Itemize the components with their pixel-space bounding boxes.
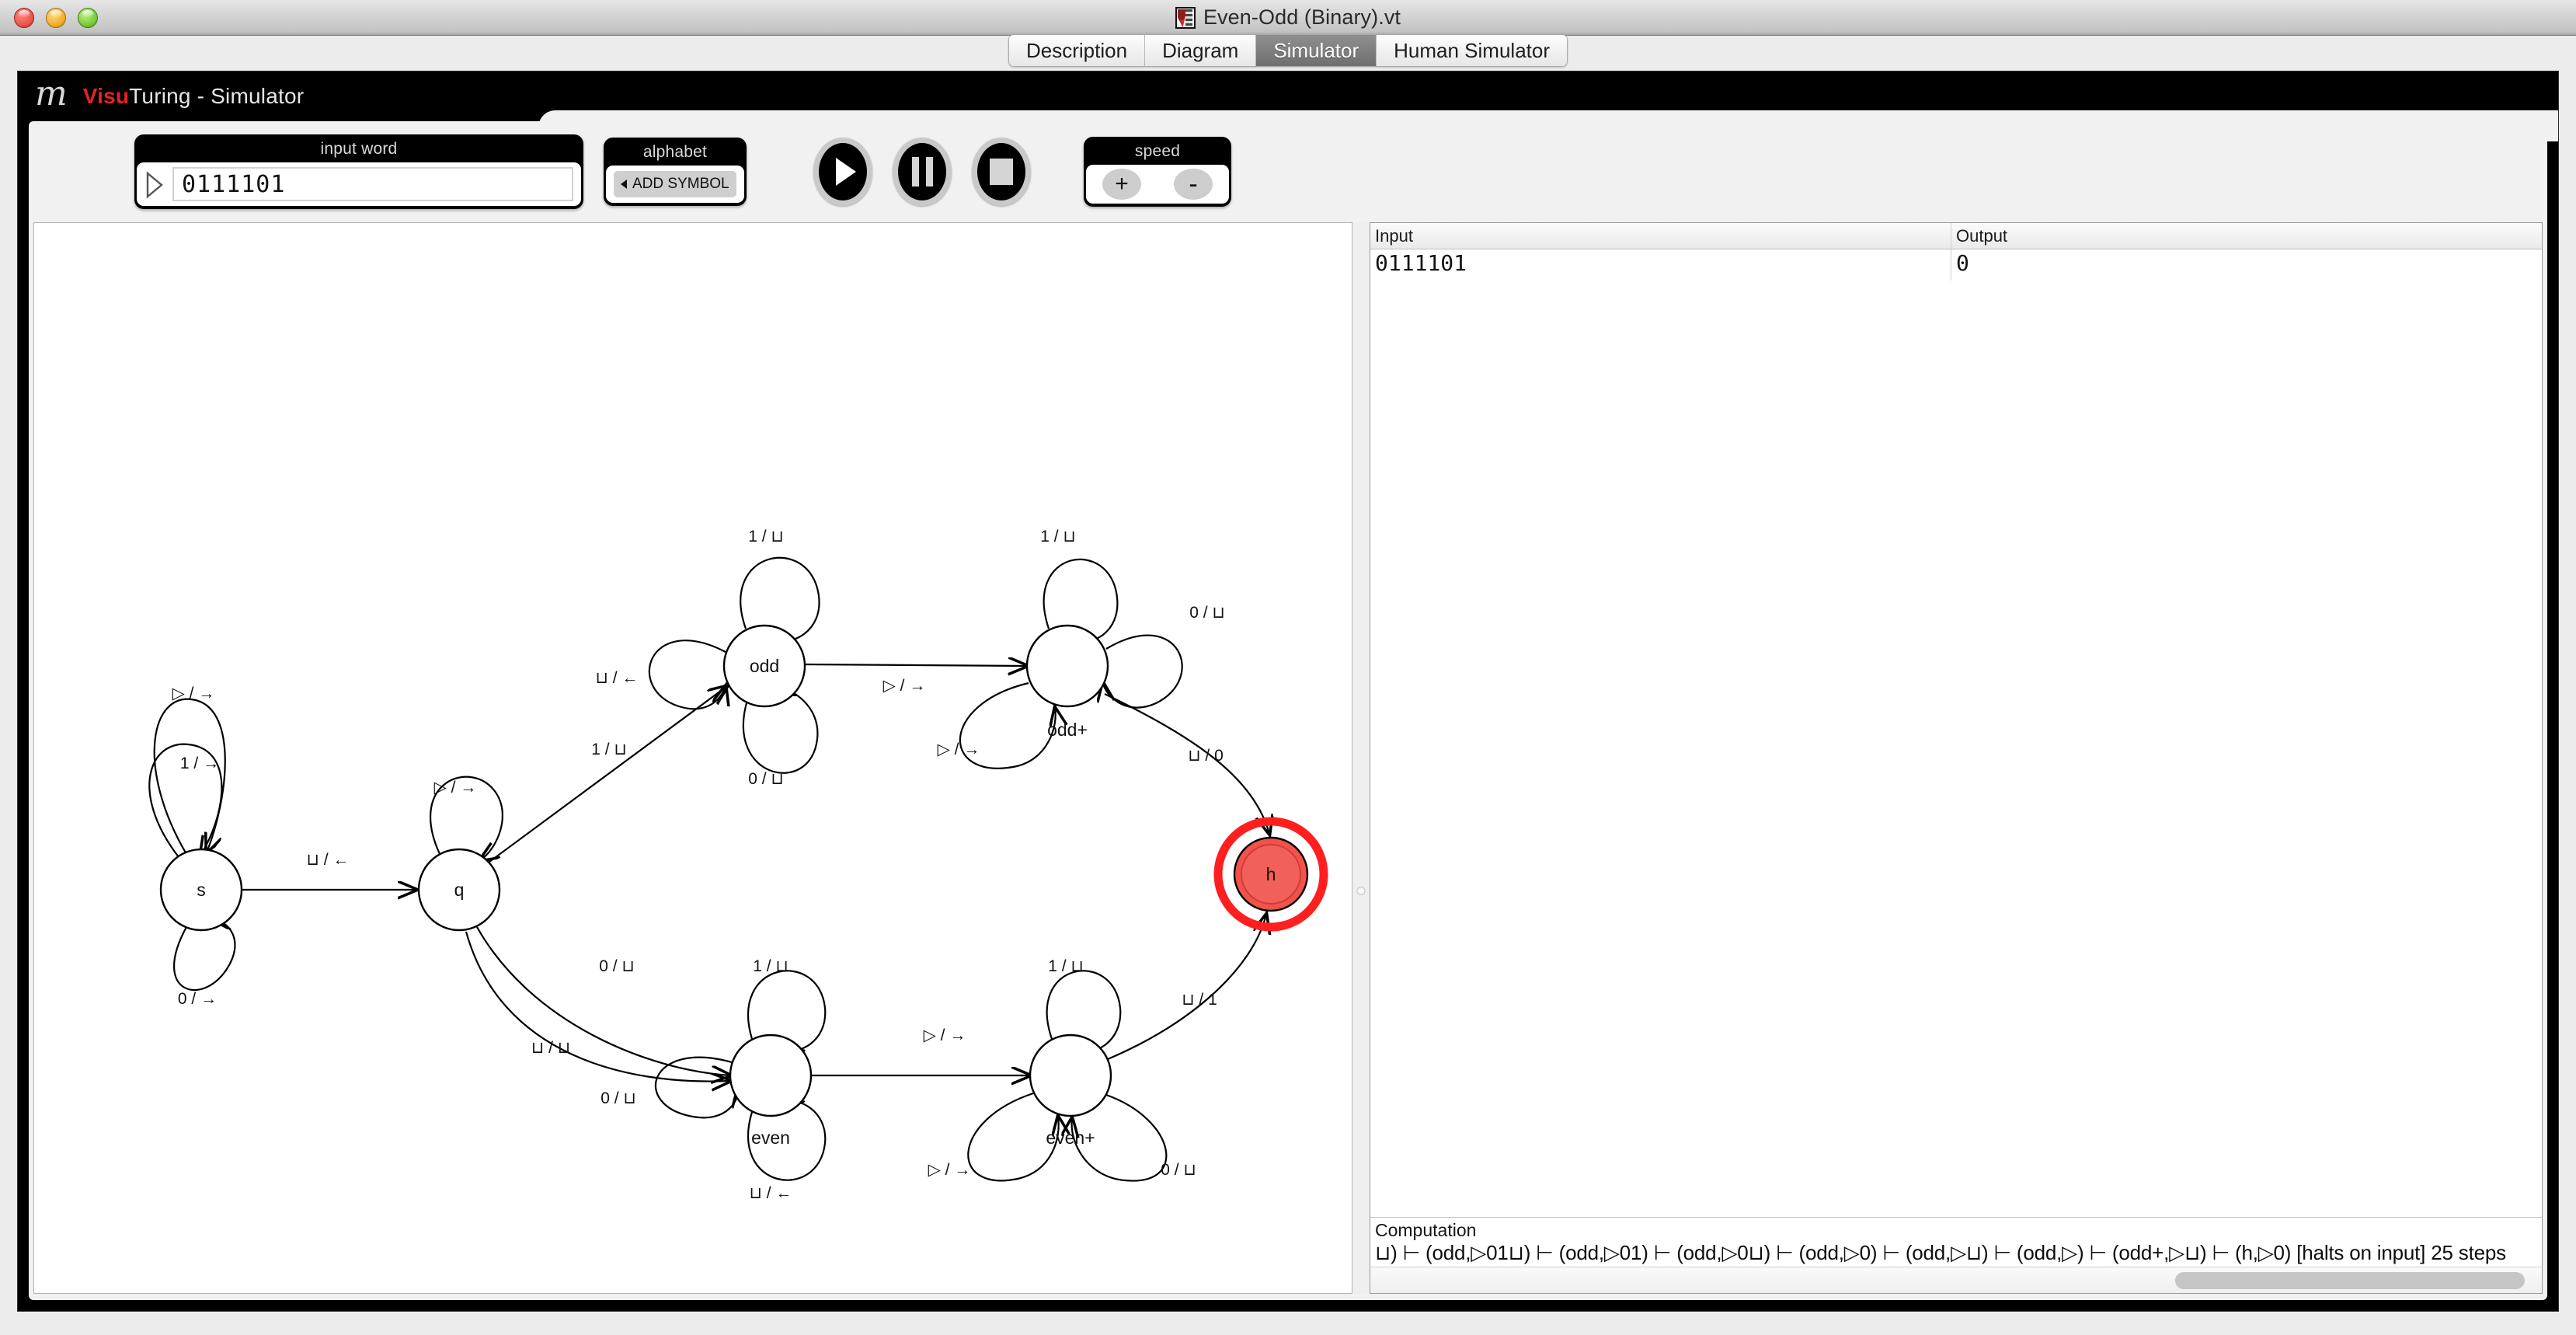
transition-label-oddplus-zero: 0 / ⊔ (1189, 604, 1225, 622)
transition-label-s-zero: 0 / → (178, 990, 217, 1008)
brand-rest: Turing - Simulator (129, 84, 305, 108)
transition-label-s-one: 1 / → (180, 755, 219, 772)
state-label-h: h (1266, 864, 1276, 884)
tab-simulator[interactable]: Simulator (1256, 35, 1377, 66)
input-word-body: 0111101 (137, 162, 581, 206)
state-label-even: even (751, 1128, 790, 1148)
tab-description[interactable]: Description (1009, 35, 1146, 66)
speed-decrease-button[interactable]: - (1174, 169, 1213, 200)
transition-label-oddplus-one: 1 / ⊔ (1040, 528, 1076, 546)
computation-label: Computation (1375, 1220, 1477, 1240)
column-header-input[interactable]: Input (1370, 223, 1951, 249)
speed-group: speed + - (1084, 137, 1231, 207)
transition-label-evenplus-to-h: ⊔ / 1 (1182, 991, 1217, 1009)
transition-label-even-blank: ⊔ / ← (750, 1184, 792, 1202)
state-node-even (729, 1033, 813, 1117)
control-bar: input word 0111101 alphabet ADD SYMBOL s… (29, 121, 2547, 222)
computation-horizontal-scrollbar[interactable] (1370, 1267, 2542, 1293)
results-pane: Input Output 0111101 0 Computation ⊔) ⊢ … (1370, 222, 2543, 1294)
tab-human-simulator[interactable]: Human Simulator (1377, 35, 1567, 66)
alphabet-group-label: alphabet (642, 143, 708, 161)
title-bar: Even-Odd (Binary).vt (0, 0, 2576, 36)
title-center: Even-Odd (Binary).vt (0, 0, 2576, 35)
transition-label-q-to-even: 0 / ⊔ (599, 957, 635, 975)
transition-label-odd-to-oddplus: ▷ / → (883, 677, 926, 695)
column-header-output[interactable]: Output (1951, 223, 2542, 249)
transition-label-odd-one: 1 / ⊔ (748, 528, 784, 546)
transition-label-even-one: 1 / ⊔ (753, 957, 788, 975)
transition-label-oddplus-start: ▷ / → (938, 741, 980, 758)
stop-icon (990, 159, 1013, 185)
input-word-input[interactable]: 0111101 (172, 167, 573, 201)
pane-splitter[interactable] (1352, 222, 1370, 1294)
add-symbol-label: ADD SYMBOL (632, 176, 729, 192)
transition-label-oddplus-to-h: ⊔ / 0 (1188, 747, 1224, 765)
speed-increase-button[interactable]: + (1102, 169, 1141, 200)
play-icon (836, 158, 856, 186)
play-button[interactable] (813, 138, 872, 206)
state-diagram-svg: s q odd odd+ even even+ h ▷ / → 1 / → 0 … (148, 528, 1328, 1202)
cell-input: 0111101 (1370, 249, 1951, 281)
transition-label-s-start: ▷ / → (172, 685, 215, 702)
stop-button[interactable] (972, 138, 1031, 206)
visuturing-document-icon (1175, 6, 1196, 29)
tab-group: Description Diagram Simulator Human Simu… (1008, 34, 1568, 67)
input-word-group: input word 0111101 (134, 134, 583, 209)
window-title: Even-Odd (Binary).vt (1203, 5, 1401, 29)
transition-label-q-to-odd: 1 / ⊔ (591, 741, 627, 758)
brand-accent: Visu (82, 84, 130, 108)
transition-label-q-start: ▷ / → (434, 779, 477, 796)
simulator-content: input word 0111101 alphabet ADD SYMBOL s… (29, 121, 2547, 1300)
state-label-odd-plus: odd+ (1047, 720, 1088, 740)
tape-start-icon (144, 170, 165, 199)
state-node-even-plus (1029, 1033, 1112, 1117)
window-footer (0, 1312, 2576, 1335)
brand-title: VisuTuring - Simulator (83, 84, 305, 109)
io-table: Input Output 0111101 0 (1370, 223, 2542, 1217)
main-split: s q odd odd+ even even+ h ▷ / → 1 / → 0 … (29, 222, 2547, 1300)
speed-body: + - (1086, 165, 1229, 204)
computation-section: Computation ⊔) ⊢ (odd,▷01⊔) ⊢ (odd,▷01) … (1370, 1217, 2542, 1293)
tab-diagram[interactable]: Diagram (1145, 35, 1257, 66)
transition-label-evenplus-start: ▷ / → (928, 1161, 971, 1179)
transition-label-odd-blank: ⊔ / ← (596, 669, 639, 687)
application-window: Even-Odd (Binary).vt Description Diagram… (0, 0, 2576, 1335)
alphabet-group: alphabet ADD SYMBOL (604, 138, 747, 206)
state-label-odd: odd (750, 656, 779, 676)
transition-label-even-to-evenplus: ▷ / → (924, 1027, 966, 1044)
speed-group-label: speed (1134, 142, 1181, 160)
scrollbar-thumb[interactable] (2175, 1272, 2525, 1289)
state-node-odd-plus (1025, 624, 1109, 708)
pause-button[interactable] (893, 138, 952, 206)
tab-bar: Description Diagram Simulator Human Simu… (0, 34, 2576, 71)
add-symbol-button[interactable]: ADD SYMBOL (614, 171, 736, 197)
state-label-even-plus: even+ (1046, 1128, 1095, 1148)
caret-left-icon (621, 180, 627, 189)
transition-label-evenplus-zero: 0 / ⊔ (1161, 1161, 1196, 1179)
app-shell: m VisuTuring - Simulator input word 0111… (17, 71, 2559, 1312)
transition-label-even-zero: 0 / ⊔ (600, 1089, 636, 1107)
io-table-body: 0111101 0 (1370, 249, 2542, 1217)
table-row[interactable]: 0111101 0 (1370, 249, 2542, 281)
transition-label-s-to-q: ⊔ / ← (307, 851, 350, 869)
computation-trace: ⊔) ⊢ (odd,▷01⊔) ⊢ (odd,▷01) ⊢ (odd,▷0⊔) … (1375, 1241, 2506, 1264)
transport-controls (813, 138, 1031, 206)
io-table-header: Input Output (1370, 223, 2542, 249)
transition-label-evenplus-one: 1 / ⊔ (1048, 957, 1084, 975)
input-word-group-label: input word (320, 140, 398, 158)
state-label-q: q (454, 880, 465, 900)
state-diagram-canvas[interactable]: s q odd odd+ even even+ h ▷ / → 1 / → 0 … (33, 222, 1352, 1294)
visuturing-logo-icon: m (35, 74, 68, 113)
state-label-s: s (197, 880, 206, 900)
transition-label-odd-zero: 0 / ⊔ (748, 770, 784, 788)
pause-icon (911, 157, 933, 186)
brand-bar: m VisuTuring - Simulator (18, 71, 2558, 141)
cell-output: 0 (1956, 250, 1969, 276)
alphabet-body: ADD SYMBOL (606, 166, 744, 203)
transition-label-q-blank-even: ⊔ / ⊔ (531, 1039, 570, 1057)
